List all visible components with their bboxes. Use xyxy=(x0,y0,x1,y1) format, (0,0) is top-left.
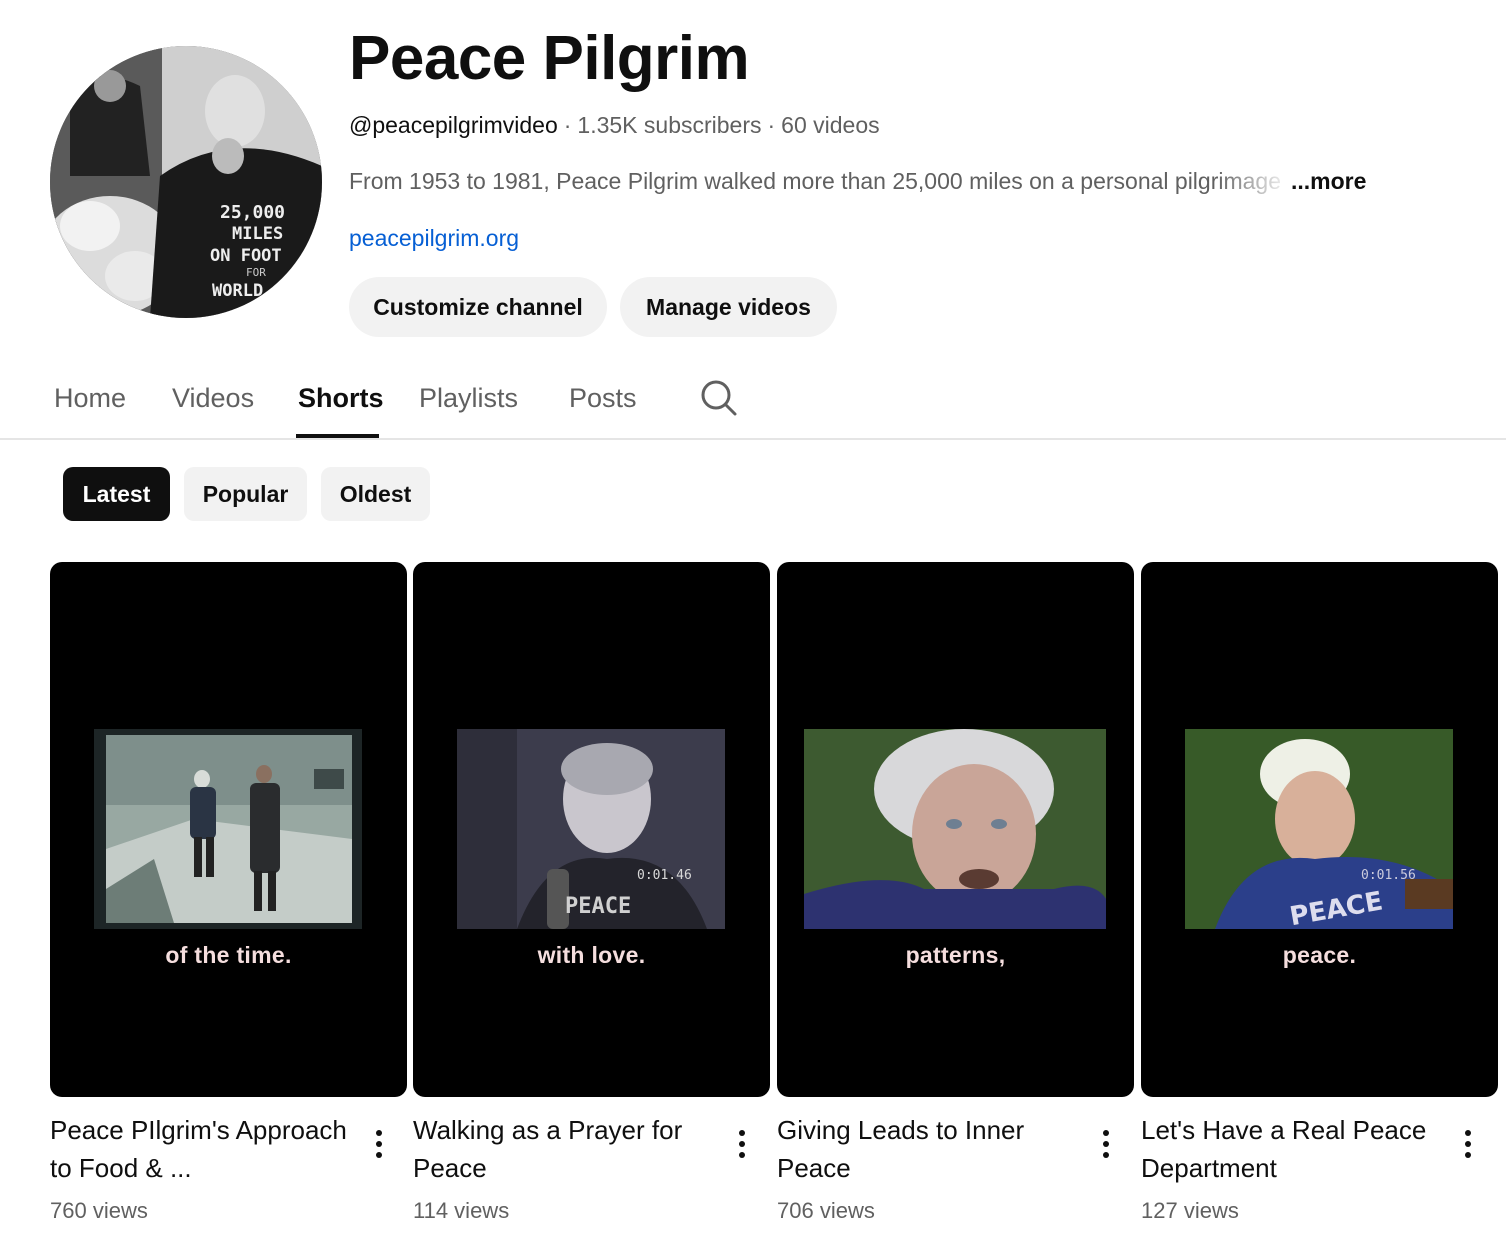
short-caption: peace. xyxy=(1282,942,1357,968)
chip-popular[interactable]: Popular xyxy=(184,467,307,521)
short-thumbnail[interactable]: 0:01.46 PEACE with love. xyxy=(413,562,770,1097)
short-title[interactable]: Walking as a Prayer for Peace xyxy=(413,1111,713,1187)
more-link[interactable]: ...more xyxy=(1291,168,1366,194)
more-actions-icon[interactable] xyxy=(736,1130,748,1160)
subscriber-count: 1.35K subscribers xyxy=(577,112,762,138)
short-thumbnail[interactable]: 0:01.56 PEACE peace. xyxy=(1141,562,1498,1097)
tab-shorts[interactable]: Shorts xyxy=(298,382,384,414)
short-item[interactable]: of the time. Peace PIlgrim's Approach to… xyxy=(50,562,407,1240)
channel-avatar[interactable]: 25,000 MILES ON FOOT FOR WORLD xyxy=(50,46,322,318)
channel-meta: @peacepilgrimvideo · 1.35K subscribers · 60 … xyxy=(349,110,880,140)
channel-tabs: Home Videos Shorts Playlists Posts xyxy=(0,360,1506,440)
short-title[interactable]: Giving Leads to Inner Peace xyxy=(777,1111,1077,1187)
meta-separator: · xyxy=(563,112,572,138)
channel-name: Peace Pilgrim xyxy=(349,24,750,93)
short-views: 114 views xyxy=(413,1198,510,1223)
avatar-jacket-text: 25,000 xyxy=(220,202,285,223)
short-thumbnail[interactable]: patterns, xyxy=(777,562,1134,1097)
short-title[interactable]: Peace PIlgrim's Approach to Food & ... xyxy=(50,1111,350,1187)
svg-text:MILES: MILES xyxy=(232,224,283,244)
video-frame: 0:01.46 PEACE xyxy=(457,729,725,929)
channel-description[interactable]: From 1953 to 1981, Peace Pilgrim walked … xyxy=(349,166,1369,196)
more-actions-icon[interactable] xyxy=(1462,1130,1474,1160)
tab-videos[interactable]: Videos xyxy=(172,382,254,414)
description-text: From 1953 to 1981, Peace Pilgrim walked … xyxy=(349,168,1282,194)
manage-videos-button[interactable]: Manage videos xyxy=(620,277,837,337)
short-caption: with love. xyxy=(537,942,646,968)
video-timestamp: 0:01.46 xyxy=(637,868,692,883)
more-actions-icon[interactable] xyxy=(1100,1130,1112,1160)
svg-text:FOR: FOR xyxy=(246,266,266,279)
channel-website-link[interactable]: peacepilgrim.org xyxy=(349,223,519,253)
video-timestamp: 0:01.56 xyxy=(1361,868,1416,883)
tab-home[interactable]: Home xyxy=(54,382,126,414)
meta-separator: · xyxy=(767,112,776,138)
search-icon[interactable] xyxy=(700,379,738,417)
active-tab-indicator xyxy=(296,434,379,438)
video-frame: 0:01.56 PEACE xyxy=(1185,729,1453,929)
shirt-text: PEACE xyxy=(565,894,631,919)
short-thumbnail[interactable]: of the time. xyxy=(50,562,407,1097)
tab-playlists[interactable]: Playlists xyxy=(419,382,518,414)
short-title[interactable]: Let's Have a Real Peace Department xyxy=(1141,1111,1441,1187)
svg-text:ON FOOT: ON FOOT xyxy=(210,246,282,266)
short-item[interactable]: patterns, Giving Leads to Inner Peace 70… xyxy=(777,562,1134,1240)
short-caption: of the time. xyxy=(165,942,292,968)
chip-latest[interactable]: Latest xyxy=(63,467,170,521)
svg-text:WORLD: WORLD xyxy=(212,281,263,301)
video-frame xyxy=(94,729,362,929)
short-item[interactable]: 0:01.46 PEACE with love. Walking as a Pr… xyxy=(413,562,770,1240)
video-count: 60 videos xyxy=(781,112,880,138)
short-views: 127 views xyxy=(1141,1198,1239,1223)
tab-posts[interactable]: Posts xyxy=(569,382,637,414)
short-views: 706 views xyxy=(777,1198,875,1223)
video-frame xyxy=(804,729,1106,929)
channel-handle: @peacepilgrimvideo xyxy=(349,112,558,138)
short-caption: patterns, xyxy=(905,942,1006,968)
customize-channel-button[interactable]: Customize channel xyxy=(349,277,607,337)
short-item[interactable]: 0:01.56 PEACE peace. Let's Have a Real P… xyxy=(1141,562,1498,1240)
more-actions-icon[interactable] xyxy=(373,1130,385,1160)
chip-oldest[interactable]: Oldest xyxy=(321,467,430,521)
short-views: 760 views xyxy=(50,1198,148,1223)
